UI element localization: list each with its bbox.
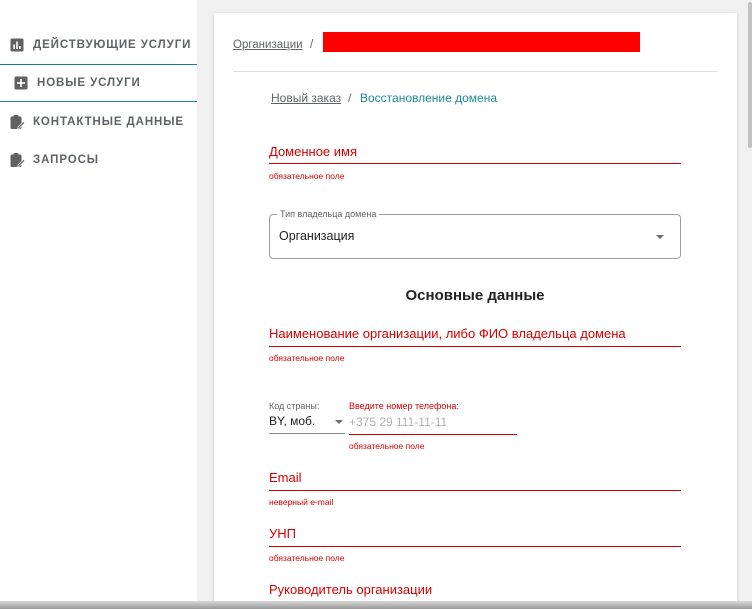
country-code-value[interactable]: BY, моб. — [269, 414, 315, 428]
email-underline — [269, 490, 681, 491]
phone-input[interactable] — [349, 413, 516, 431]
country-code-label: Код страны: — [269, 401, 320, 411]
bottom-edge-shadow — [0, 601, 752, 609]
section-title: Основные данные — [405, 287, 545, 304]
redacted-organization-name — [323, 32, 640, 52]
org-name-label: Наименование организации, либо ФИО владе… — [269, 326, 626, 341]
scrollbar-thumb[interactable] — [748, 2, 752, 148]
sidebar-item-label: Контактные данные — [33, 116, 184, 128]
director-label: Руководитель организации — [269, 582, 433, 597]
header-divider — [233, 71, 717, 72]
sidebar-item-label: Действующие услуги — [33, 39, 192, 51]
chevron-down-icon[interactable] — [656, 235, 664, 239]
new-order-link[interactable]: Новый заказ — [271, 91, 341, 105]
phone-label: Введите номер телефона: — [349, 401, 459, 411]
country-code-underline — [269, 433, 345, 434]
breadcrumb-organizations-link[interactable]: Организации — [233, 39, 303, 51]
sidebar-item-label: Новые услуги — [37, 77, 141, 89]
unp-helper: обязательное поле — [269, 553, 345, 563]
subnav-current-page: Восстановление домена — [360, 91, 498, 105]
domain-name-helper: обязательное поле — [269, 171, 345, 181]
subnav-separator: / — [348, 91, 352, 105]
org-name-helper: обязательное поле — [269, 353, 345, 363]
unp-underline — [269, 546, 681, 547]
sidebar-item-new-services[interactable]: Новые услуги — [0, 64, 197, 102]
org-name-underline — [269, 346, 681, 347]
chevron-down-icon[interactable] — [335, 420, 343, 424]
email-helper: неверный e-mail — [269, 497, 334, 507]
phone-helper: обязательное поле — [349, 441, 425, 451]
assignment-edit-icon — [9, 114, 26, 130]
sidebar-item-contact-data[interactable]: Контактные данные — [0, 103, 197, 141]
sidebar-item-active-services[interactable]: Действующие услуги — [0, 26, 197, 64]
assignment-edit-icon — [9, 152, 26, 168]
domain-name-label: Доменное имя — [269, 144, 358, 159]
sidebar-item-label: Запросы — [33, 154, 99, 166]
sidebar: Действующие услуги Новые услуги Контактн… — [0, 0, 197, 609]
breadcrumb-separator: / — [310, 39, 314, 51]
sidebar-item-requests[interactable]: Запросы — [0, 141, 197, 179]
add-box-icon — [13, 75, 29, 91]
owner-type-value: Организация — [279, 229, 355, 243]
domain-name-underline — [269, 163, 681, 164]
phone-underline — [349, 434, 517, 435]
unp-label: УНП — [269, 526, 296, 541]
owner-type-legend: Тип владельца домена — [277, 209, 380, 219]
bar-chart-icon — [9, 37, 25, 53]
email-label: Email — [269, 470, 302, 485]
